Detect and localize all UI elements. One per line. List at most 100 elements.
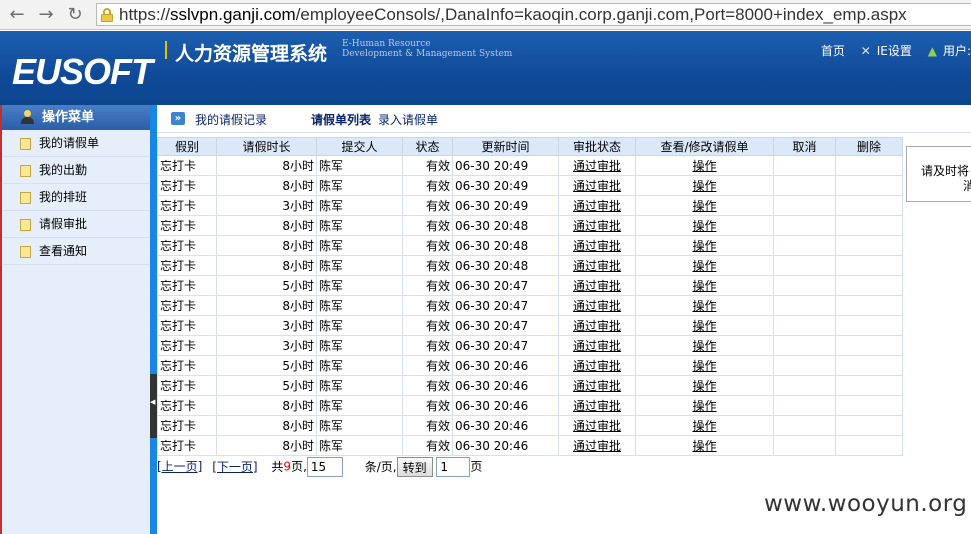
cancel-cell bbox=[773, 195, 836, 216]
page-number-input[interactable] bbox=[436, 457, 471, 477]
approval-status-link[interactable]: 通过审批 bbox=[573, 259, 621, 273]
table-row: 忘打卡 5小时 陈军 有效 06-30 20:46 通过审批 操作 bbox=[157, 375, 903, 396]
edit-operation-link[interactable]: 操作 bbox=[692, 439, 716, 453]
collapse-sidebar-handle[interactable] bbox=[150, 374, 157, 438]
breadcrumb-my-leave-records[interactable]: 我的请假记录 bbox=[195, 111, 267, 128]
edit-operation-link[interactable]: 操作 bbox=[692, 219, 716, 233]
cancel-cell bbox=[773, 175, 836, 196]
leave-type-cell: 忘打卡 bbox=[157, 255, 217, 276]
page-suffix: 页 bbox=[470, 459, 483, 474]
leave-type-cell: 忘打卡 bbox=[157, 275, 217, 296]
sidebar-item-my-schedule[interactable]: 我的排班 bbox=[2, 184, 150, 211]
edit-operation-link[interactable]: 操作 bbox=[692, 159, 716, 173]
approval-status-link[interactable]: 通过审批 bbox=[573, 219, 621, 233]
approval-status-link[interactable]: 通过审批 bbox=[573, 299, 621, 313]
edit-operation-cell: 操作 bbox=[635, 255, 774, 276]
column-header: 状态 bbox=[402, 137, 453, 156]
sidebar-item-my-attendance[interactable]: 我的出勤 bbox=[2, 157, 150, 184]
app-logo: EUSOFT bbox=[12, 51, 153, 92]
edit-operation-cell: 操作 bbox=[635, 395, 774, 416]
edit-operation-link[interactable]: 操作 bbox=[692, 339, 716, 353]
sidebar-divider bbox=[150, 105, 157, 534]
sidebar: 操作菜单 我的请假单 我的出勤 我的排班 请假审批 查看通知 bbox=[0, 105, 150, 534]
goto-button[interactable]: 转到 bbox=[396, 457, 433, 477]
approval-status-cell: 通过审批 bbox=[558, 415, 636, 436]
approval-status-link[interactable]: 通过审批 bbox=[573, 359, 621, 373]
next-page-link[interactable]: [下一页] bbox=[212, 460, 257, 474]
prev-page-link[interactable]: [上一页] bbox=[157, 460, 202, 474]
page-size-input[interactable] bbox=[306, 457, 343, 477]
duration-cell: 5小时 bbox=[216, 275, 317, 296]
edit-operation-cell: 操作 bbox=[635, 155, 774, 176]
status-cell: 有效 bbox=[402, 415, 453, 436]
approval-status-link[interactable]: 通过审批 bbox=[573, 379, 621, 393]
column-header: 请假时长 bbox=[216, 137, 317, 156]
edit-operation-link[interactable]: 操作 bbox=[692, 419, 716, 433]
page-size-suffix: 条/页, bbox=[364, 459, 397, 474]
approval-status-link[interactable]: 通过审批 bbox=[573, 439, 621, 453]
sidebar-heading: 操作菜单 bbox=[2, 105, 150, 130]
table-row: 忘打卡 8小时 陈军 有效 06-30 20:46 通过审批 操作 bbox=[157, 415, 903, 436]
duration-cell: 3小时 bbox=[216, 335, 317, 356]
submitter-cell: 陈军 bbox=[316, 435, 403, 456]
edit-operation-link[interactable]: 操作 bbox=[692, 399, 716, 413]
edit-operation-link[interactable]: 操作 bbox=[692, 259, 716, 273]
approval-status-link[interactable]: 通过审批 bbox=[573, 319, 621, 333]
submitter-cell: 陈军 bbox=[316, 195, 403, 216]
approval-status-link[interactable]: 通过审批 bbox=[573, 159, 621, 173]
edit-operation-link[interactable]: 操作 bbox=[692, 199, 716, 213]
edit-operation-cell: 操作 bbox=[635, 175, 774, 196]
cancel-cell bbox=[773, 155, 836, 176]
status-cell: 有效 bbox=[402, 275, 453, 296]
status-cell: 有效 bbox=[402, 295, 453, 316]
edit-operation-link[interactable]: 操作 bbox=[692, 279, 716, 293]
lock-icon bbox=[101, 8, 113, 22]
address-bar[interactable]: https://sslvpn.ganji.com/employeeConsols… bbox=[96, 3, 971, 26]
edit-operation-link[interactable]: 操作 bbox=[692, 179, 716, 193]
reload-icon[interactable]: ↻ bbox=[64, 4, 86, 26]
leave-type-cell: 忘打卡 bbox=[157, 175, 217, 196]
user-icon: ▲ bbox=[927, 44, 937, 58]
total-prefix: 共 bbox=[271, 459, 284, 474]
edit-operation-cell: 操作 bbox=[635, 375, 774, 396]
status-cell: 有效 bbox=[402, 255, 453, 276]
approval-status-link[interactable]: 通过审批 bbox=[573, 399, 621, 413]
status-cell: 有效 bbox=[402, 215, 453, 236]
approval-status-link[interactable]: 通过审批 bbox=[573, 419, 621, 433]
notice-box: 请及时将 消 bbox=[906, 146, 971, 202]
sidebar-item-leave-approval[interactable]: 请假审批 bbox=[2, 211, 150, 238]
approval-status-link[interactable]: 通过审批 bbox=[573, 199, 621, 213]
sidebar-item-my-leave[interactable]: 我的请假单 bbox=[2, 130, 150, 157]
ie-settings-link[interactable]: ✕ IE设置 bbox=[855, 44, 912, 58]
tools-icon: ✕ bbox=[860, 44, 871, 58]
approval-status-link[interactable]: 通过审批 bbox=[573, 279, 621, 293]
home-link[interactable]: 首页 bbox=[821, 44, 845, 58]
leave-type-cell: 忘打卡 bbox=[157, 215, 217, 236]
updated-time-cell: 06-30 20:48 bbox=[452, 255, 559, 276]
sidebar-item-notices[interactable]: 查看通知 bbox=[2, 238, 150, 265]
table-row: 忘打卡 3小时 陈军 有效 06-30 20:49 通过审批 操作 bbox=[157, 195, 903, 216]
updated-time-cell: 06-30 20:46 bbox=[452, 375, 559, 396]
approval-status-link[interactable]: 通过审批 bbox=[573, 179, 621, 193]
edit-operation-link[interactable]: 操作 bbox=[692, 359, 716, 373]
column-header: 更新时间 bbox=[452, 137, 559, 156]
forward-arrow-icon[interactable]: → bbox=[35, 4, 57, 26]
edit-operation-link[interactable]: 操作 bbox=[692, 319, 716, 333]
edit-operation-cell: 操作 bbox=[635, 435, 774, 456]
tab-leave-list[interactable]: 请假单列表 bbox=[311, 111, 371, 128]
leave-type-cell: 忘打卡 bbox=[157, 335, 217, 356]
document-icon bbox=[20, 138, 31, 150]
edit-operation-link[interactable]: 操作 bbox=[692, 239, 716, 253]
table-row: 忘打卡 5小时 陈军 有效 06-30 20:46 通过审批 操作 bbox=[157, 355, 903, 376]
edit-operation-link[interactable]: 操作 bbox=[692, 299, 716, 313]
approval-status-link[interactable]: 通过审批 bbox=[573, 239, 621, 253]
tab-enter-leave[interactable]: 录入请假单 bbox=[378, 111, 438, 128]
leave-table: 假别 请假时长 提交人 状态 更新时间 审批状态 查看/修改请假单 取消 删除 忘打卡 8小时 陈军… bbox=[157, 137, 903, 456]
user-info: ▲ 用户: bbox=[927, 44, 971, 58]
column-header: 审批状态 bbox=[558, 137, 636, 156]
table-header-row: 假别 请假时长 提交人 状态 更新时间 审批状态 查看/修改请假单 取消 删除 bbox=[157, 137, 903, 156]
cancel-cell bbox=[773, 295, 836, 316]
back-arrow-icon[interactable]: ← bbox=[6, 4, 28, 26]
edit-operation-link[interactable]: 操作 bbox=[692, 379, 716, 393]
approval-status-link[interactable]: 通过审批 bbox=[573, 339, 621, 353]
